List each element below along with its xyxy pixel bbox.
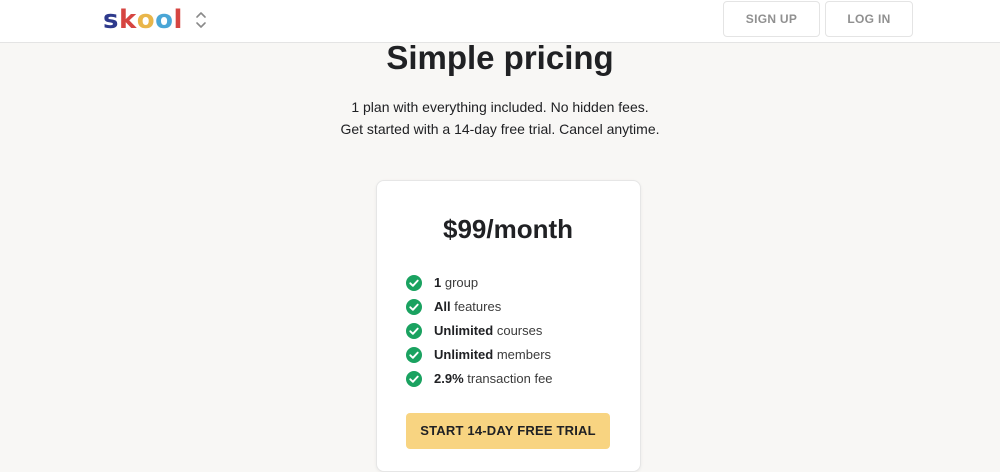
- chevron-up-down-icon[interactable]: [193, 9, 209, 31]
- feature-text: 2.9% transaction fee: [434, 368, 553, 390]
- page-title: Simple pricing: [386, 39, 614, 76]
- logo-letter-s: s: [103, 5, 119, 35]
- check-circle-icon: [406, 371, 422, 387]
- feature-text: Unlimited members: [434, 344, 551, 366]
- log-in-button[interactable]: LOG IN: [825, 1, 913, 37]
- feature-text: 1 group: [434, 272, 478, 294]
- feature-rest: group: [441, 275, 479, 290]
- logo-letter-o1: o: [136, 5, 156, 35]
- check-circle-icon: [406, 299, 422, 315]
- feature-text: All features: [434, 296, 501, 318]
- logo-letter-l: l: [173, 5, 183, 35]
- check-circle-icon: [406, 275, 422, 291]
- feature-rest: features: [450, 299, 502, 314]
- skool-logo[interactable]: skool: [103, 2, 183, 38]
- plan-price: $99/month: [442, 214, 574, 244]
- sign-up-button[interactable]: SIGN UP: [723, 1, 820, 37]
- logo-letter-o2: o: [155, 5, 174, 35]
- feature-text: Unlimited courses: [434, 320, 542, 342]
- start-free-trial-button[interactable]: START 14-DAY FREE TRIAL: [406, 413, 610, 449]
- feature-rest: transaction fee: [463, 371, 553, 386]
- check-circle-icon: [406, 323, 422, 339]
- feature-bold: All: [434, 299, 451, 314]
- feature-bold: Unlimited: [434, 347, 494, 362]
- feature-rest: members: [493, 347, 552, 362]
- feature-rest: courses: [493, 323, 543, 338]
- logo-letter-k: k: [118, 5, 137, 35]
- check-circle-icon: [406, 347, 422, 363]
- feature-bold: 2.9%: [434, 371, 464, 386]
- subtitle-line-2: Get started with a 14-day free trial. Ca…: [340, 121, 660, 137]
- feature-bold: Unlimited: [434, 323, 494, 338]
- subtitle-line-1: 1 plan with everything included. No hidd…: [351, 99, 649, 115]
